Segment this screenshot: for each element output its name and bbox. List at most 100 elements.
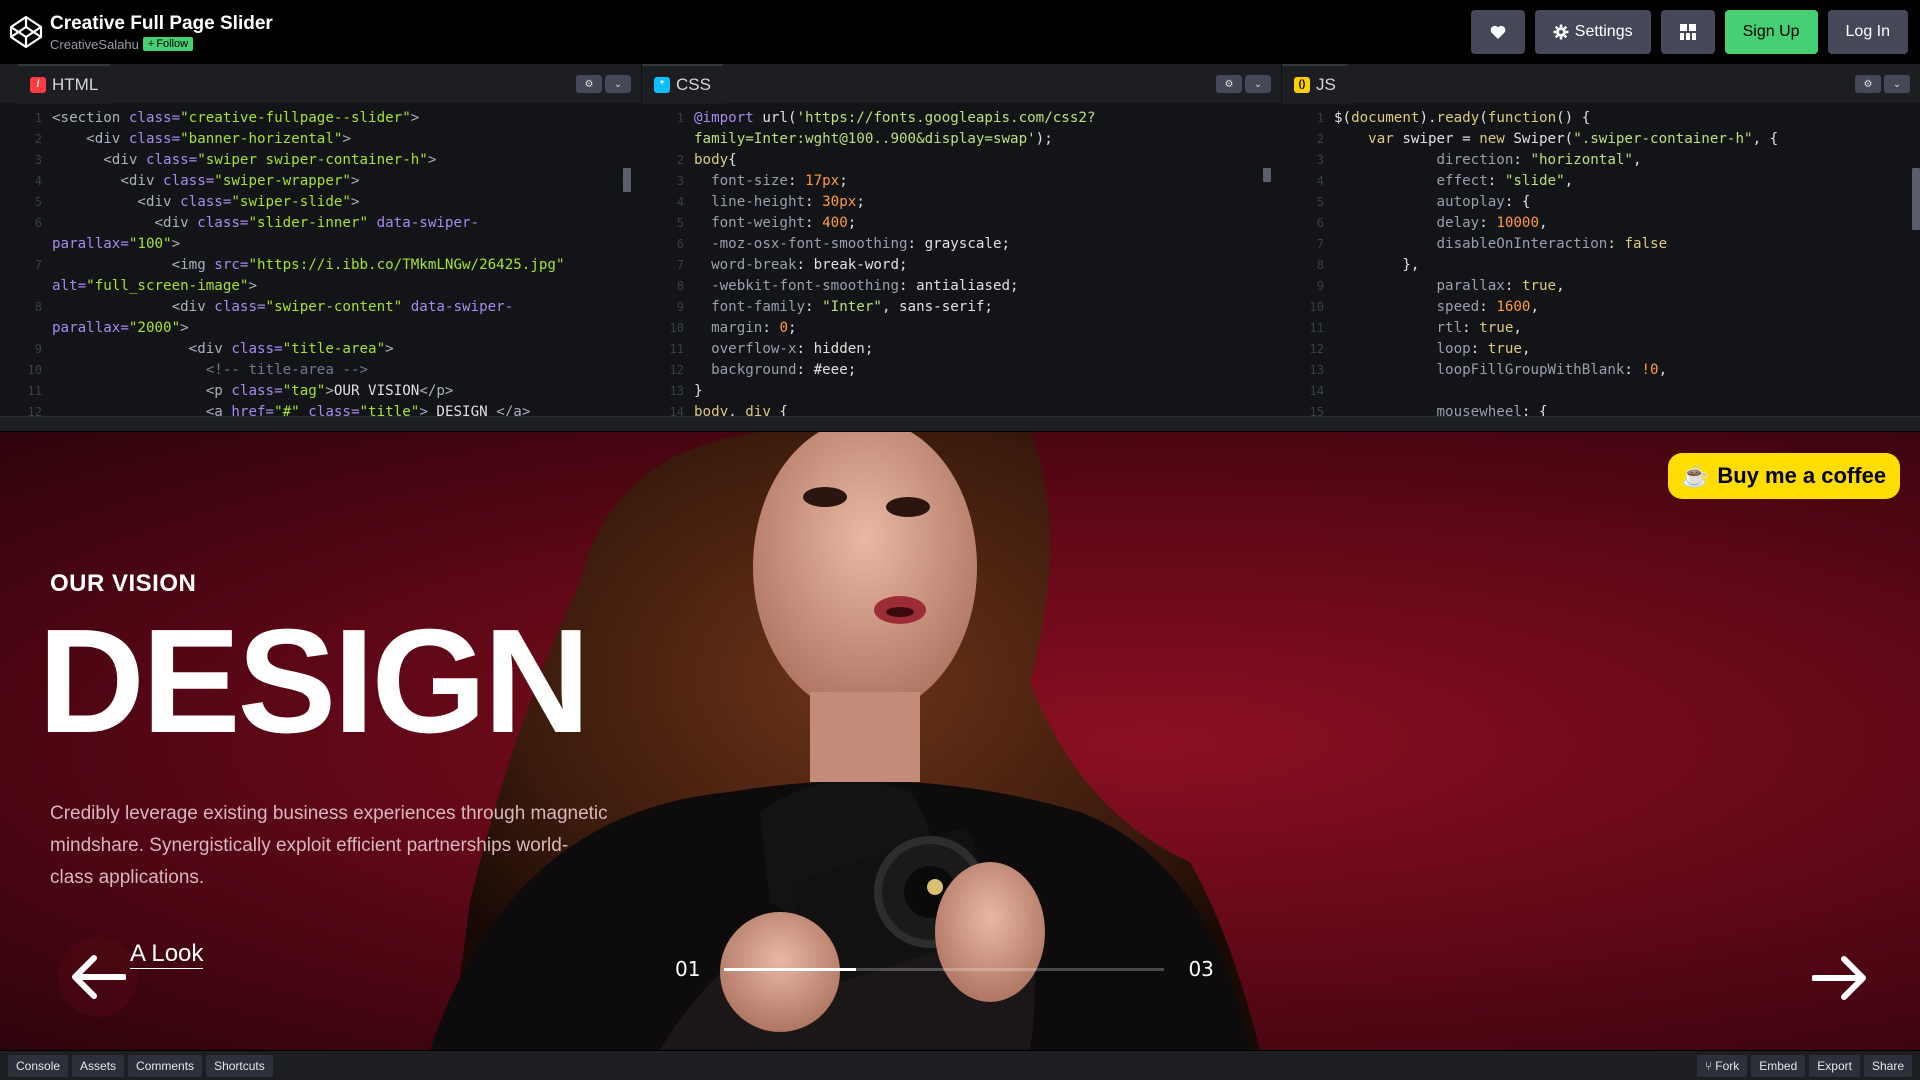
signup-button[interactable]: Sign Up (1724, 10, 1818, 54)
code-text: loop: true, (1334, 341, 1531, 357)
assets-button[interactable]: Assets (72, 1054, 125, 1077)
line-number: 5 (1316, 195, 1324, 209)
author-name[interactable]: CreativeSalahu (50, 37, 139, 52)
progress-fill (724, 967, 857, 971)
code-line: 12 background: #eee; (642, 360, 1281, 381)
code-text: } (694, 383, 703, 399)
code-text: <div class="swiper swiper-container-h"> (52, 152, 437, 168)
codepen-logo-icon[interactable] (8, 14, 44, 50)
code-line: 5 autoplay: { (1282, 192, 1920, 213)
code-line: parallax="2000"> (0, 318, 641, 339)
heart-icon (1490, 25, 1506, 39)
code-line: 12 loop: true, (1282, 339, 1920, 360)
code-line: 14 (1282, 381, 1920, 402)
js-tab[interactable]: () JS (1282, 63, 1348, 104)
slide-tag: OUR VISION (50, 570, 197, 597)
line-number: 13 (1309, 363, 1324, 377)
code-text: font-family: "Inter", sans-serif; (694, 299, 993, 315)
line-number: 6 (34, 216, 42, 230)
console-button[interactable]: Console (8, 1054, 69, 1077)
line-number (0, 276, 52, 297)
line-number: 8 (676, 279, 684, 293)
chevron-down-icon[interactable]: ⌄ (1884, 75, 1910, 93)
comments-button[interactable]: Comments (128, 1054, 203, 1077)
gear-icon[interactable]: ⚙ (1216, 75, 1242, 93)
editor-resize-handle[interactable] (0, 416, 1920, 432)
arrow-left-icon (72, 955, 126, 999)
css-tab[interactable]: * CSS (642, 63, 723, 104)
line-number: 5 (676, 216, 684, 230)
js-tab-label: JS (1316, 74, 1336, 94)
buy-coffee-button[interactable]: ☕ Buy me a coffee (1668, 453, 1900, 499)
gear-icon[interactable]: ⚙ (1855, 75, 1881, 93)
code-line: 1 @import url('https://fonts.googleapis.c… (642, 108, 1281, 129)
code-text: <div class="swiper-content" data-swiper- (52, 299, 514, 315)
code-text: $(document).ready(function() { (1334, 110, 1591, 126)
code-text: autoplay: { (1334, 194, 1531, 210)
code-line: 9 parallax: true, (1282, 276, 1920, 297)
html-tab[interactable]: / HTML (18, 63, 111, 104)
line-number: 1 (676, 111, 684, 125)
shortcuts-button[interactable]: Shortcuts (206, 1054, 273, 1077)
layout-button[interactable] (1660, 10, 1715, 54)
code-text: <!-- title-area --> (52, 362, 369, 378)
slide-description: Credibly leverage existing business expe… (50, 803, 608, 888)
slide-pagination: 01 03 (675, 957, 1214, 981)
follow-label: Follow (156, 38, 189, 50)
line-number: 7 (1316, 237, 1324, 251)
html-code[interactable]: 1 <section class="creative-fullpage--slid… (0, 104, 641, 416)
pen-titles: Creative Full Page Slider CreativeSalahu… (50, 13, 273, 52)
code-line: parallax="100"> (0, 234, 641, 255)
code-text: <a href="#" class="title"> DESIGN </a> (52, 404, 531, 416)
line-number: 2 (676, 153, 684, 167)
line-number: 9 (676, 300, 684, 314)
next-slide-button[interactable] (1810, 952, 1870, 1004)
follow-button[interactable]: + Follow (142, 37, 194, 51)
html-scrollbar[interactable] (623, 168, 631, 192)
code-text: speed: 1600, (1334, 299, 1540, 315)
author-row: CreativeSalahu + Follow (50, 37, 273, 52)
chevron-down-icon[interactable]: ⌄ (1245, 75, 1271, 93)
embed-button[interactable]: Embed (1751, 1055, 1806, 1077)
coffee-cup-icon: ☕ (1681, 463, 1710, 488)
css-scrollbar[interactable] (1263, 168, 1271, 182)
slide-link[interactable]: A Look (130, 940, 204, 969)
code-text: }, (1334, 257, 1420, 273)
code-text: overflow-x: hidden; (694, 341, 874, 357)
code-text: word-break: break-word; (694, 257, 908, 273)
pen-title[interactable]: Creative Full Page Slider (50, 13, 273, 35)
chevron-down-icon[interactable]: ⌄ (605, 75, 631, 93)
line-number: 8 (1316, 258, 1324, 272)
export-button[interactable]: Export (1809, 1055, 1860, 1077)
line-number (0, 318, 52, 339)
line-number: 13 (669, 384, 684, 398)
gear-icon[interactable]: ⚙ (576, 75, 602, 93)
prev-slide-button[interactable] (58, 937, 138, 1017)
css-editor-header: * CSS ⚙ ⌄ (642, 63, 1281, 104)
share-button[interactable]: Share (1863, 1055, 1912, 1077)
heart-button[interactable] (1470, 10, 1525, 54)
code-text: loopFillGroupWithBlank: !0, (1334, 362, 1668, 378)
code-text: disableOnInteraction: false (1334, 236, 1668, 252)
code-text: line-height: 30px; (694, 194, 865, 210)
code-line: 5 font-weight: 400; (642, 213, 1281, 234)
top-actions: Settings Sign Up Log In (1470, 10, 1908, 54)
code-text: -webkit-font-smoothing: antialiased; (694, 278, 1019, 294)
css-code[interactable]: 1 @import url('https://fonts.googleapis.c… (642, 104, 1281, 416)
line-number (642, 129, 694, 150)
fork-button[interactable]: ⑂ Fork (1697, 1055, 1748, 1077)
code-text: <img src="https://i.ibb.co/TMkmLNGw/2642… (52, 257, 565, 273)
login-button[interactable]: Log In (1827, 10, 1908, 54)
coffee-label: Buy me a coffee (1717, 463, 1887, 488)
code-line: 1 $(document).ready(function() { (1282, 108, 1920, 129)
code-text: direction: "horizontal", (1334, 152, 1642, 168)
bottom-right-buttons: ⑂ Fork Embed Export Share (1697, 1055, 1912, 1077)
slide-title[interactable]: DESIGN (38, 602, 590, 762)
code-line: 1 <section class="creative-fullpage--slid… (0, 108, 641, 129)
bottom-bar: Console Assets Comments Shortcuts ⑂ Fork … (0, 1050, 1920, 1080)
fork-icon: ⑂ (1705, 1059, 1713, 1073)
code-line: 10 margin: 0; (642, 318, 1281, 339)
js-scrollbar[interactable] (1912, 168, 1920, 230)
js-code[interactable]: 1 $(document).ready(function() {2 var swi… (1282, 104, 1920, 416)
settings-button[interactable]: Settings (1534, 10, 1651, 54)
